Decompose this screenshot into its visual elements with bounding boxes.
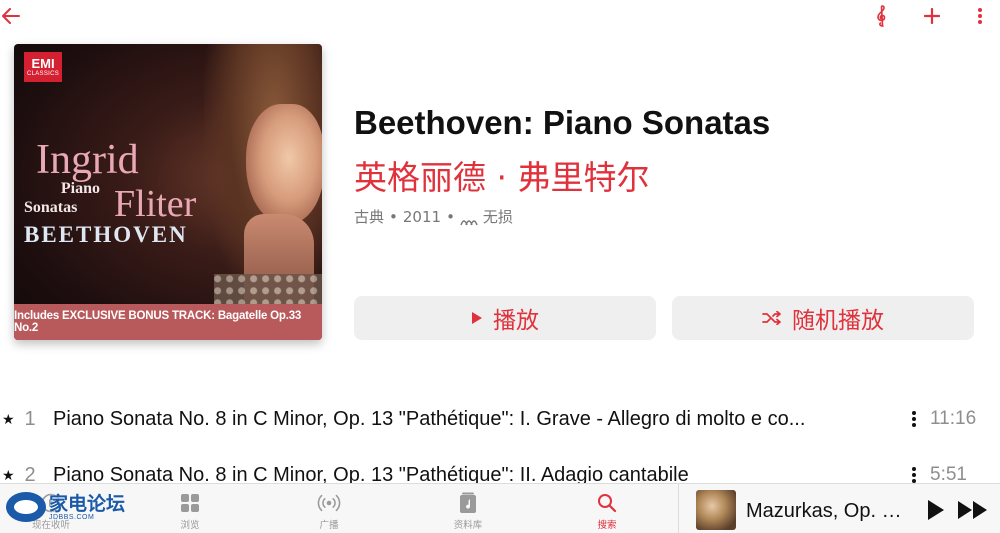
watermark-text-group: 家电论坛 JDBBS.COM [49,494,125,521]
emi-logo: EMI CLASSICS [24,52,62,82]
cover-banner: Includes EXCLUSIVE BONUS TRACK: Bagatell… [14,304,322,340]
search-icon [595,492,619,514]
fast-forward-icon[interactable] [957,498,991,522]
cover-composer: BEETHOVEN [24,222,188,247]
tab-label: 广播 [319,520,339,531]
emi-logo-subtext: CLASSICS [26,70,60,77]
album-title: Beethoven: Piano Sonatas [354,104,771,141]
more-vertical-icon[interactable] [972,3,988,29]
track-duration: 11:16 [930,408,977,429]
track-row[interactable]: ★ 1 Piano Sonata No. 8 in C Minor, Op. 1… [0,399,1000,439]
mini-player-artwork[interactable] [696,490,736,530]
track-more-icon[interactable] [908,465,920,485]
play-icon[interactable] [924,498,948,522]
track-title: Piano Sonata No. 8 in C Minor, Op. 13 "P… [53,407,806,430]
lossless-icon [460,212,478,225]
tab-radio[interactable]: 广播 [289,492,369,531]
grid-icon [178,492,202,514]
cover-first-name: Ingrid [36,137,139,183]
meta-separator: • [389,207,398,226]
watermark-url: JDBBS.COM [49,513,95,521]
album-quality: 无损 [482,208,513,226]
cover-sonatas: Sonatas [24,199,78,216]
shuffle-button-label: 随机播放 [792,308,884,334]
star-icon: ★ [2,466,15,483]
album-genre: 古典 [354,208,385,226]
album-cover[interactable]: EMI CLASSICS Ingrid Piano Fliter Sonatas… [14,44,322,340]
back-arrow-icon[interactable] [0,3,22,29]
top-bar [0,0,1000,34]
shuffle-icon [762,305,782,331]
music-library-icon [456,492,480,514]
watermark-emblem-icon [6,492,46,522]
emi-logo-text: EMI [31,55,55,71]
treble-clef-icon[interactable] [870,3,894,29]
tab-label: 搜索 [597,520,617,531]
tab-label: 资料库 [453,520,483,531]
play-icon [471,305,483,331]
plus-icon[interactable] [920,3,944,29]
cover-piano: Piano [60,180,100,197]
star-icon: ★ [2,410,15,427]
tab-library[interactable]: 资料库 [428,492,508,531]
tab-label: 浏览 [180,520,200,531]
tab-browse[interactable]: 浏览 [150,492,230,531]
play-button[interactable]: 播放 [354,296,656,340]
watermark-text: 家电论坛 [49,492,126,515]
watermark-logo: 家电论坛 JDBBS.COM [6,490,136,524]
shuffle-button[interactable]: 随机播放 [672,296,974,340]
cover-last-name: Fliter [114,183,197,225]
album-artist[interactable]: 英格丽德 · 弗里特尔 [354,151,649,199]
meta-separator: • [446,207,455,226]
radio-waves-icon [317,492,341,514]
album-year: 2011 [402,207,442,226]
track-number: 1 [24,407,36,430]
tab-search[interactable]: 搜索 [567,492,647,531]
play-button-label: 播放 [493,308,539,334]
cover-portrait-face [246,104,322,224]
mini-player[interactable]: Mazurkas, Op. 24: No. 1 in G Minor [678,484,1000,533]
track-more-icon[interactable] [908,409,920,429]
mini-player-title[interactable]: Mazurkas, Op. 24: No. 1 in G Minor [746,500,911,523]
album-meta: 古典 • 2011 • 无损 [354,206,513,227]
